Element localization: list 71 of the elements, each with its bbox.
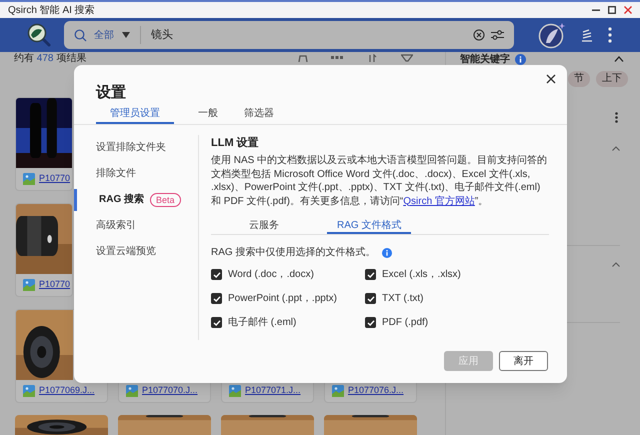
format-label: TXT (.txt) (382, 292, 424, 306)
close-icon[interactable] (546, 74, 556, 84)
more-icon[interactable] (615, 112, 618, 123)
checkbox[interactable] (365, 317, 376, 328)
format-label: PDF (.pdf) (382, 316, 428, 330)
file-name-link[interactable]: P1077069.J... (39, 384, 95, 398)
results-summary: 约有 478 项结果 (14, 53, 86, 64)
scope-dropdown[interactable]: 全部 (94, 28, 130, 42)
tab[interactable]: 一般 (196, 106, 220, 124)
nav-item[interactable]: 设置排除文件夹 (74, 136, 198, 158)
sub-tab[interactable]: RAG 文件格式 (327, 218, 412, 234)
checkbox[interactable] (365, 269, 376, 280)
info-icon[interactable] (382, 248, 392, 258)
search-query: 镜头 (151, 28, 173, 43)
checkbox[interactable] (211, 269, 222, 280)
sub-tab[interactable]: 云服务 (239, 218, 289, 234)
checkbox[interactable] (211, 293, 222, 304)
section-title: LLM 设置 (211, 136, 260, 150)
magnifier-logo-icon (26, 22, 52, 48)
format-label: 电子邮件 (.eml) (228, 316, 296, 330)
image-file-icon (332, 385, 344, 397)
file-name-link[interactable]: P1077076.J... (348, 384, 404, 398)
beta-badge: Beta (150, 192, 181, 206)
nav-item[interactable]: 排除文件 (74, 162, 198, 184)
image-file-icon (229, 385, 241, 397)
more-icon[interactable] (608, 27, 612, 43)
clear-icon[interactable] (473, 29, 485, 41)
info-icon[interactable] (515, 54, 526, 64)
panel-title: 智能关键字 (460, 52, 510, 66)
description-text: 使用 NAS 中的文档数据以及云或本地大语言模型回答问题。目前支持问答的文档类型包括 Microsoft Office Word 文件(.doc、.docx)、Excel 文件(.xls, .xlsx)、PowerPoint 文件(.ppt、.pptx)、TXT 文件(.txt)、电子邮件文件(.eml)和 PDF 文件(.pdf)。有关更多信息，请访问“Qsirch 官方网站”。 (211, 154, 548, 208)
stack-icon[interactable] (580, 28, 594, 42)
nav-item[interactable]: 设置云端预览 (74, 240, 198, 262)
keyword-tag[interactable]: 上下 (596, 71, 628, 87)
maximize-icon[interactable] (608, 6, 616, 14)
file-name-link[interactable]: P1077071.J... (245, 384, 301, 398)
grid-view-icon[interactable] (331, 54, 345, 62)
image-file-icon (126, 385, 138, 397)
caret-icon (122, 32, 130, 38)
file-name-link[interactable]: P10770 (39, 278, 70, 292)
format-label: PowerPoint (.ppt，.pptx) (228, 292, 337, 306)
tab[interactable]: 筛选器 (242, 106, 276, 124)
chevron-up-icon[interactable] (612, 146, 620, 151)
chevron-up-icon[interactable] (614, 56, 624, 62)
dialog-title: 设置 (96, 83, 127, 103)
hat-icon[interactable] (297, 54, 309, 62)
file-card[interactable]: P10770 (15, 203, 73, 297)
search-icon (74, 28, 87, 42)
hint-text: RAG 搜索中仅使用选择的文件格式。 (211, 246, 376, 260)
tab[interactable]: 管理员设置 (96, 106, 174, 124)
nav-item[interactable]: 高级索引 (74, 214, 198, 236)
image-file-icon (23, 279, 35, 291)
image-file-icon (23, 385, 35, 397)
file-name-link[interactable]: P10770 (39, 172, 70, 186)
nav-item[interactable]: RAG 搜索 Beta (74, 188, 198, 210)
format-label: Excel (.xls，.xlsx) (382, 268, 461, 282)
assistant-avatar-icon[interactable] (538, 21, 566, 49)
dialog-button[interactable]: 离开 (499, 351, 548, 371)
filter-icon[interactable] (401, 54, 413, 62)
window-title: Qsirch 智能 AI 搜索 (8, 4, 95, 18)
file-name-link[interactable]: P1077070.J... (142, 384, 198, 398)
sort-icon[interactable] (367, 54, 379, 62)
search-field[interactable]: 全部 镜头 (64, 21, 514, 49)
checkbox[interactable] (211, 317, 222, 328)
image-file-icon (23, 173, 35, 185)
format-label: Word (.doc，.docx) (228, 268, 314, 282)
file-card[interactable]: P10770 (15, 97, 73, 191)
checkbox[interactable] (365, 293, 376, 304)
website-link[interactable]: Qsirch 官方网站 (403, 196, 475, 206)
keyword-tag[interactable]: 节 (568, 71, 590, 87)
chevron-up-icon[interactable] (612, 262, 620, 267)
sliders-icon[interactable] (491, 29, 504, 41)
